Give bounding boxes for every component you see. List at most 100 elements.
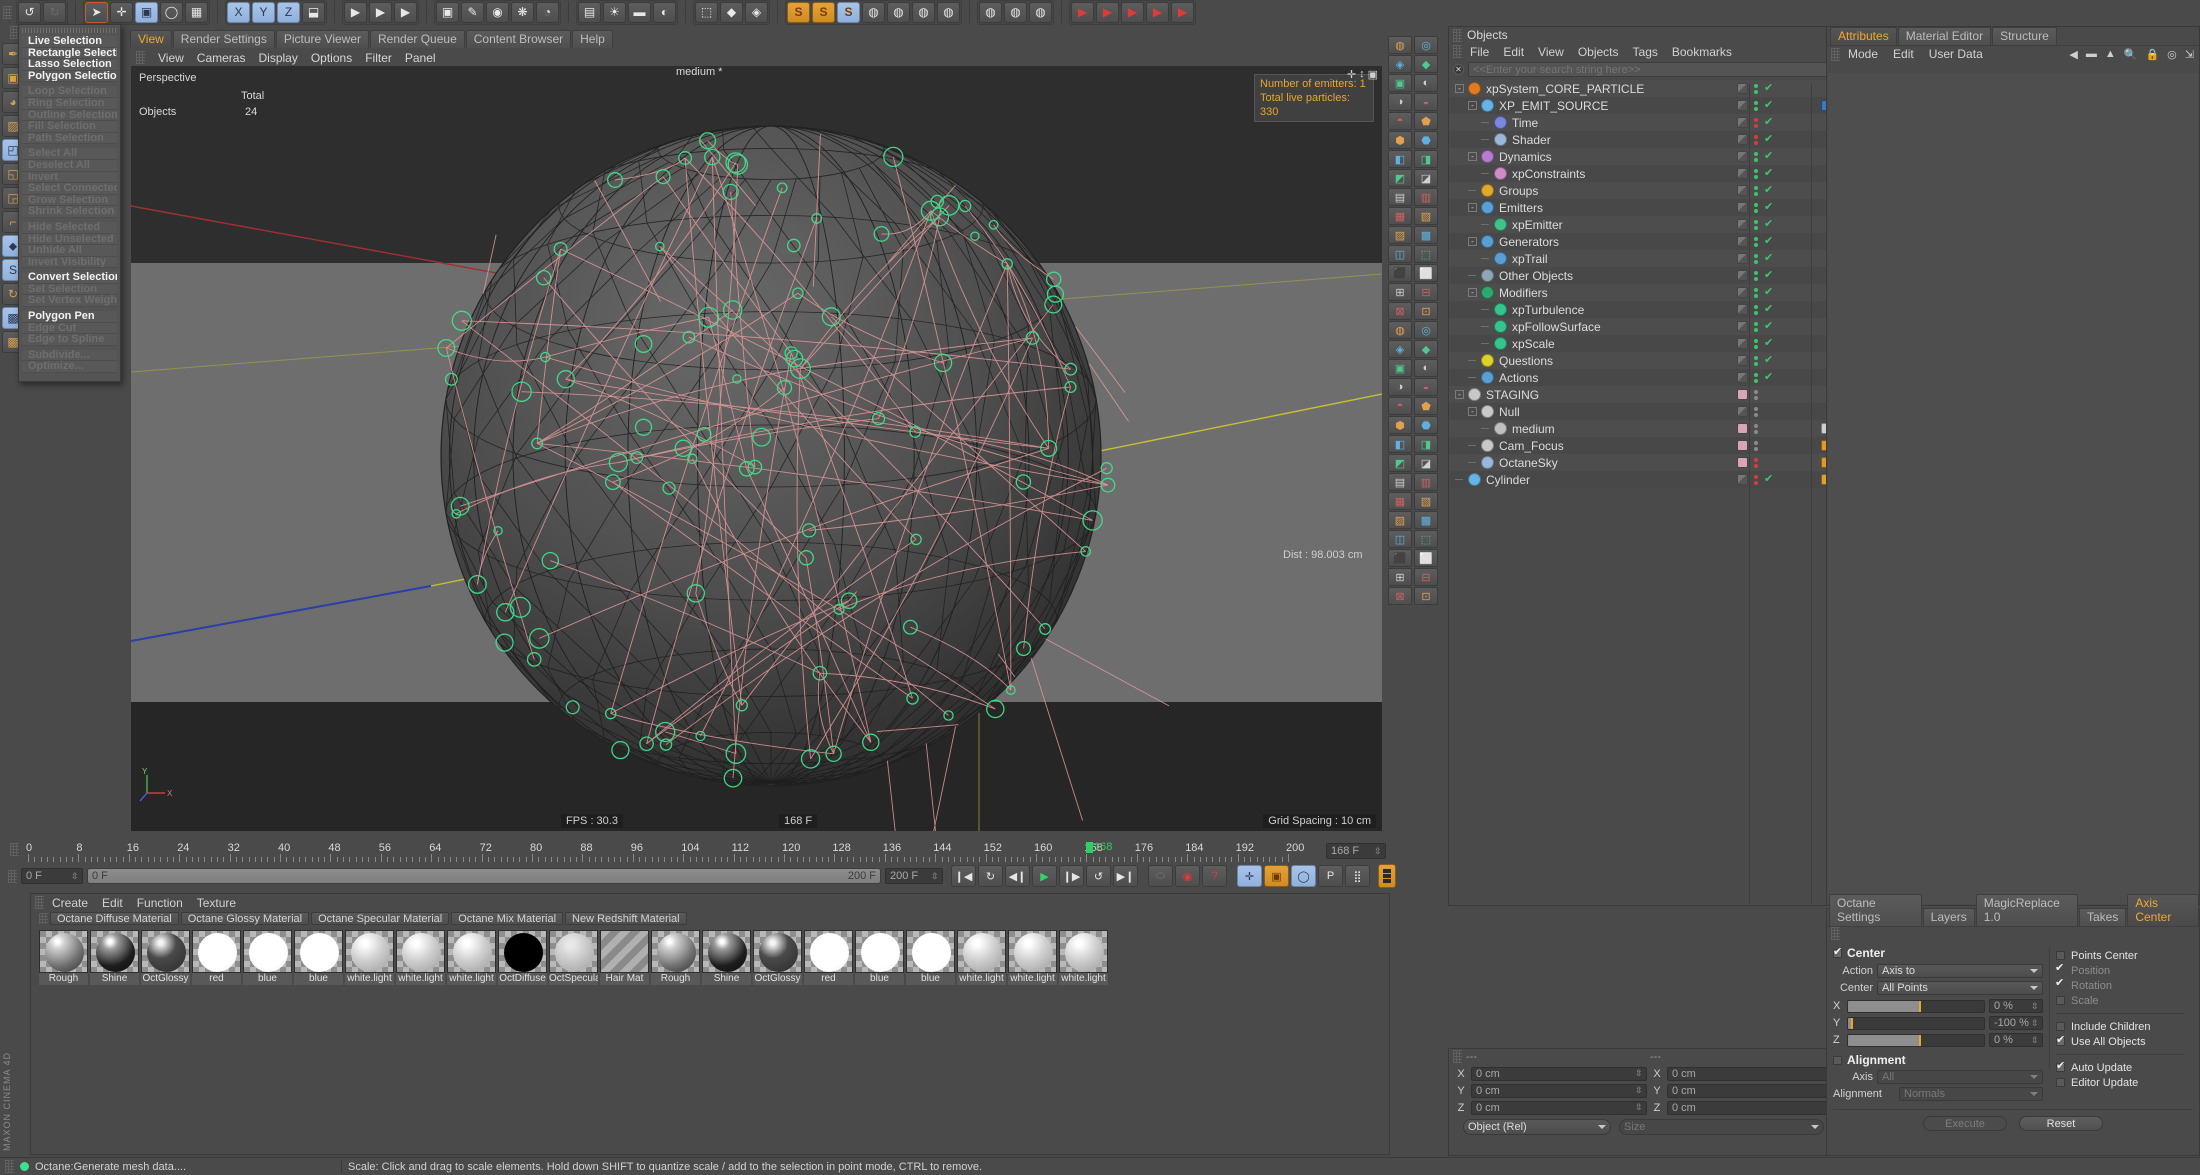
enabled-check-icon[interactable]: ✔: [1764, 83, 1773, 94]
coordinate-field[interactable]: 0 cm⇳: [1471, 1083, 1647, 1098]
attributes-menu-edit[interactable]: Edit: [1893, 47, 1914, 61]
move-icon[interactable]: ✛: [110, 1, 133, 23]
material-item[interactable]: white.light: [1059, 930, 1108, 985]
plugin-tool-10[interactable]: ▨: [1388, 226, 1412, 244]
plugin-tool-33[interactable]: ◒: [1414, 93, 1438, 111]
visibility-dot[interactable]: [1754, 310, 1758, 315]
plugin-tool-30[interactable]: ◎: [1414, 36, 1438, 54]
visibility-dot[interactable]: [1754, 253, 1758, 258]
visibility-tag[interactable]: [1737, 440, 1748, 451]
objects-menu-tags[interactable]: Tags: [1633, 45, 1658, 59]
plugin-tool-56[interactable]: ⬚: [1414, 530, 1438, 548]
preset-new-redshift-material[interactable]: New Redshift Material: [565, 912, 687, 925]
redshift-ipr-icon[interactable]: ▶: [1096, 1, 1119, 23]
option-row[interactable]: Editor Update: [2056, 1075, 2184, 1090]
menu-item-polygon-pen[interactable]: Polygon Pen: [22, 311, 117, 323]
context-menu-handle[interactable]: [22, 28, 117, 33]
plugin-tool-43[interactable]: ⊟: [1414, 283, 1438, 301]
material-item[interactable]: white.light: [396, 930, 445, 985]
visibility-dot[interactable]: [1754, 321, 1758, 326]
material-preview[interactable]: [804, 930, 853, 973]
enabled-check-icon[interactable]: ✔: [1764, 117, 1773, 128]
material-preview[interactable]: [1008, 930, 1057, 973]
world-axis-icon[interactable]: ⬓: [302, 1, 325, 23]
plugin-tool-23[interactable]: ▤: [1388, 473, 1412, 491]
material-item[interactable]: red: [804, 930, 853, 985]
preset-octane-diffuse-material[interactable]: Octane Diffuse Material: [50, 912, 179, 925]
viewport-tab-render-settings[interactable]: Render Settings: [172, 30, 275, 48]
play-reverse-button[interactable]: ↻: [978, 865, 1003, 887]
material-preview[interactable]: [192, 930, 241, 973]
rotation-key-button[interactable]: ◯: [1291, 865, 1316, 887]
character-icon[interactable]: ◍: [1029, 1, 1052, 23]
enabled-check-icon[interactable]: ✔: [1764, 236, 1773, 247]
visibility-dot[interactable]: [1754, 372, 1758, 377]
visibility-dot[interactable]: [1754, 191, 1758, 196]
record-active-objects-button[interactable]: ◉: [1175, 865, 1200, 887]
material-menu-texture[interactable]: Texture: [197, 896, 236, 910]
visibility-tag[interactable]: [1737, 474, 1748, 485]
option-checkbox[interactable]: [2056, 1033, 2065, 1046]
axis-slider[interactable]: [1847, 999, 1985, 1013]
plugin-tool-17[interactable]: ▣: [1388, 359, 1412, 377]
material-preview[interactable]: [243, 930, 292, 973]
visibility-dot[interactable]: [1754, 327, 1758, 332]
xp-emitter-icon[interactable]: S: [787, 1, 810, 23]
plugin-tool-31[interactable]: ◆: [1414, 55, 1438, 73]
material-item[interactable]: OctGlossy: [753, 930, 802, 985]
tree-expander[interactable]: -: [1468, 407, 1477, 416]
center-select[interactable]: All Points: [1877, 981, 2043, 995]
plugin-tool-15[interactable]: ◍: [1388, 321, 1412, 339]
visibility-tag[interactable]: [1737, 372, 1748, 383]
material-item[interactable]: white.light: [447, 930, 496, 985]
plugin-tool-11[interactable]: ◫: [1388, 245, 1412, 263]
axis-value-field[interactable]: 0 % ⇳: [1989, 1033, 2043, 1047]
visibility-dot[interactable]: [1754, 83, 1758, 88]
plugin-tool-38[interactable]: ▥: [1414, 188, 1438, 206]
viewport-tab-render-queue[interactable]: Render Queue: [370, 30, 465, 48]
visibility-tag[interactable]: [1737, 168, 1748, 179]
slider-handle[interactable]: [1918, 1034, 1921, 1046]
axis-select[interactable]: All: [1877, 1070, 2043, 1084]
visibility-tag[interactable]: [1737, 304, 1748, 315]
viewport-menu-display[interactable]: Display: [258, 51, 297, 65]
enabled-check-icon[interactable]: ✔: [1764, 151, 1773, 162]
floor-icon[interactable]: ▬: [628, 1, 651, 23]
attributes-menu-user-data[interactable]: User Data: [1929, 47, 1983, 61]
material-item[interactable]: OctGlossy: [141, 930, 190, 985]
plugin-tool-53[interactable]: ▥: [1414, 473, 1438, 491]
viewport-zoom-icon[interactable]: ↕: [1359, 68, 1365, 81]
option-row[interactable]: Use All Objects: [2056, 1033, 2184, 1049]
axis-slider[interactable]: [1847, 1016, 1985, 1030]
render-view-icon[interactable]: ▶: [344, 1, 367, 23]
xp-modifier-icon[interactable]: ◍: [862, 1, 885, 23]
plugin-tool-54[interactable]: ▧: [1414, 492, 1438, 510]
autokeying-button[interactable]: ⬭: [1148, 865, 1173, 887]
material-menu-grip[interactable]: [35, 896, 44, 909]
plugin-tool-39[interactable]: ▧: [1414, 207, 1438, 225]
visibility-tag[interactable]: [1737, 236, 1748, 247]
tree-expander[interactable]: -: [1468, 288, 1477, 297]
visibility-dot[interactable]: [1754, 463, 1758, 468]
material-menu-edit[interactable]: Edit: [102, 896, 123, 910]
plugin-tool-28[interactable]: ⊞: [1388, 568, 1412, 586]
viewport-tab-content-browser[interactable]: Content Browser: [465, 30, 572, 48]
perspective-viewport[interactable]: Perspective medium * Total Objects 24 Nu…: [131, 66, 1382, 831]
end-frame-field[interactable]: 200 F ⇳: [885, 868, 943, 884]
material-preview[interactable]: [141, 930, 190, 973]
plugin-tool-5[interactable]: ⬢: [1388, 131, 1412, 149]
visibility-dot[interactable]: [1754, 474, 1758, 479]
viewport-menu-view[interactable]: View: [158, 51, 184, 65]
visibility-dot[interactable]: [1754, 429, 1758, 434]
rotate-icon[interactable]: ◯: [160, 1, 183, 23]
objects-menu-view[interactable]: View: [1538, 45, 1564, 59]
attributes-menu-mode[interactable]: Mode: [1848, 47, 1878, 61]
plugin-tool-37[interactable]: ◪: [1414, 169, 1438, 187]
plugin-tool-4[interactable]: ◓: [1388, 112, 1412, 130]
visibility-tag[interactable]: [1737, 389, 1748, 400]
material-item[interactable]: blue: [855, 930, 904, 985]
viewport-menu-panel[interactable]: Panel: [405, 51, 436, 65]
option-row[interactable]: Scale: [2056, 993, 2184, 1008]
timeline-ruler[interactable]: 0 8 16 24 32 40 48 56 64 72 80 88 96 104 112 120 128 136 1…: [26, 841, 1304, 862]
material-preview[interactable]: [906, 930, 955, 973]
